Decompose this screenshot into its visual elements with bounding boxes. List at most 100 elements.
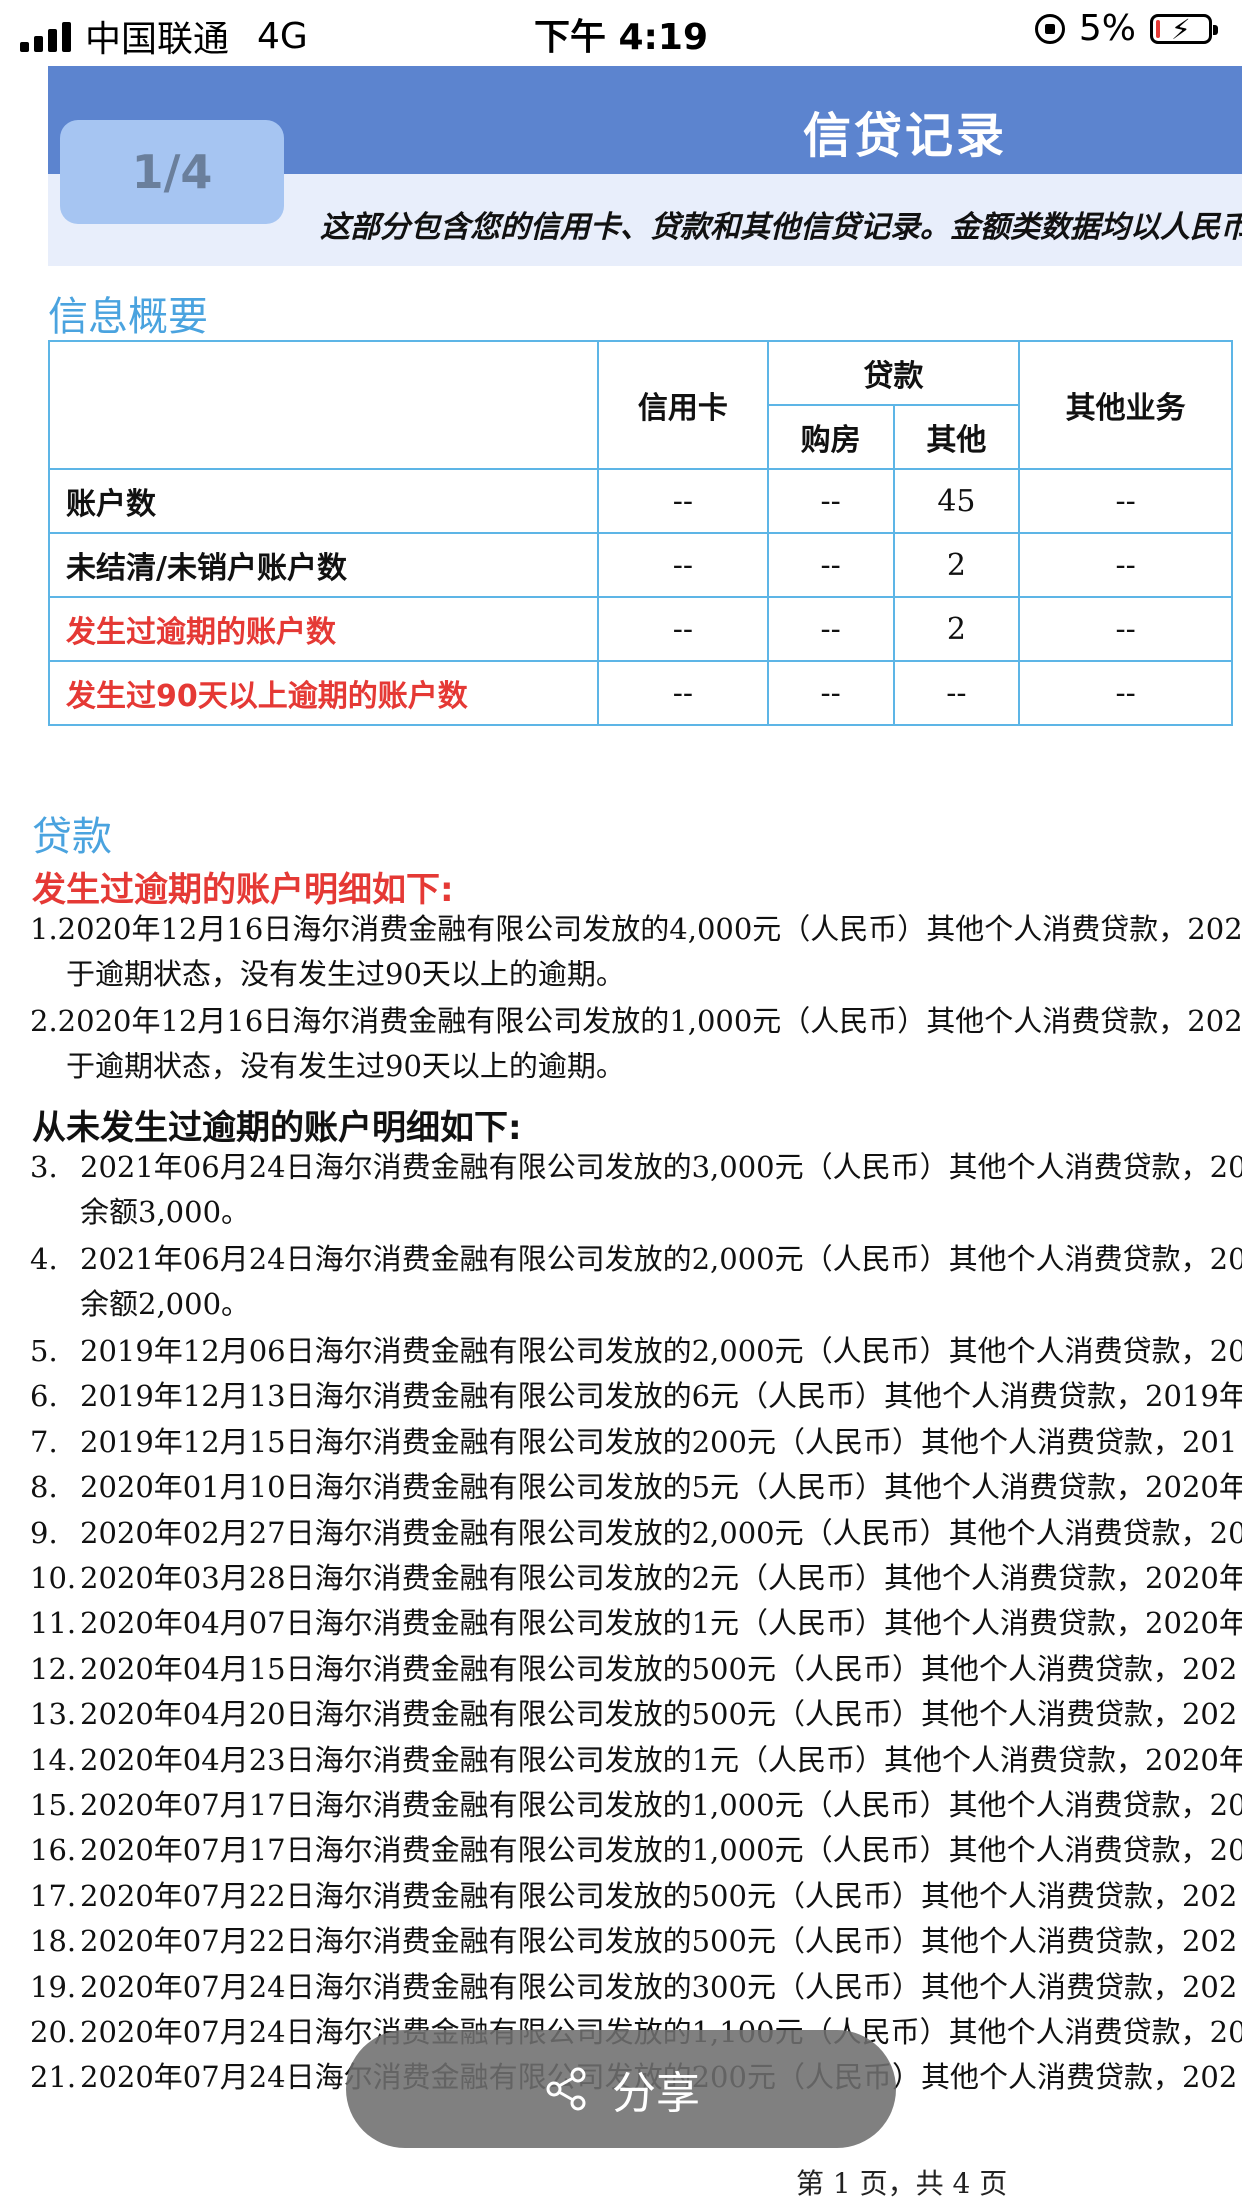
item-number: 11.	[30, 1606, 77, 1640]
item-number: 2.	[30, 1004, 58, 1038]
cell-other-business: --	[1018, 532, 1233, 598]
page-title: 信贷记录	[802, 108, 1007, 164]
item-text: 2020年12月16日海尔消费金融有限公司发放的4,000元（人民币）其他个人消…	[57, 912, 1242, 946]
header-housing: 购房	[766, 404, 895, 470]
cell-other-business: --	[1018, 468, 1233, 534]
item-number: 16.	[30, 1833, 77, 1867]
item-number: 18.	[30, 1924, 77, 1958]
item-number: 8.	[30, 1470, 58, 1504]
item-number: 6.	[30, 1379, 58, 1413]
list-item: 1.2020年12月16日海尔消费金融有限公司发放的4,000元（人民币）其他个…	[30, 912, 1242, 991]
row-label: 账户数	[48, 468, 599, 534]
item-text-continued: 于逾期状态，没有发生过90天以上的逾期。	[66, 957, 625, 991]
item-number: 1.	[30, 912, 58, 946]
item-number: 13.	[30, 1697, 77, 1731]
overdue-heading: 发生过逾期的账户明细如下:	[32, 870, 454, 910]
cell-credit-card: --	[597, 596, 769, 662]
cell-credit-card: --	[597, 660, 769, 726]
list-item: 2.2020年12月16日海尔消费金融有限公司发放的1,000元（人民币）其他个…	[30, 1004, 1242, 1083]
loans-section-title: 贷款	[32, 814, 112, 860]
item-text: 2020年04月15日海尔消费金融有限公司发放的500元（人民币）其他个人消费贷…	[80, 1652, 1238, 1686]
item-number: 21.	[30, 2060, 77, 2094]
item-text: 2020年04月07日海尔消费金融有限公司发放的1元（人民币）其他个人消费贷款，…	[80, 1606, 1242, 1640]
header-description: 这部分包含您的信用卡、贷款和其他信贷记录。金额类数据均以人民币	[320, 210, 1242, 245]
table-row: 未结清/未销户账户数 -- -- 2 --	[48, 532, 1233, 598]
table-row: 账户数 -- -- 45 --	[48, 468, 1233, 534]
normal-heading: 从未发生过逾期的账户明细如下:	[32, 1108, 522, 1148]
item-text: 2020年12月16日海尔消费金融有限公司发放的1,000元（人民币）其他个人消…	[57, 1004, 1242, 1038]
list-item: 7. 2019年12月15日海尔消费金融有限公司发放的200元（人民币）其他个人消…	[30, 1425, 1242, 1459]
item-text: 2019年12月13日海尔消费金融有限公司发放的6元（人民币）其他个人消费贷款，…	[80, 1379, 1242, 1413]
item-text: 2020年02月27日海尔消费金融有限公司发放的2,000元（人民币）其他个人消…	[80, 1516, 1242, 1550]
rotation-lock-icon	[1034, 13, 1065, 44]
battery-icon: ⚡	[1150, 13, 1218, 44]
cell-other-business: --	[1018, 660, 1233, 726]
header-other-business: 其他业务	[1018, 340, 1233, 470]
cell-housing: --	[766, 468, 895, 534]
summary-table: 信用卡 贷款 其他业务 购房 其他 账户数 -- -- 45 -- 未结清/未销…	[48, 340, 1233, 726]
cell-credit-card: --	[597, 532, 769, 598]
item-text-continued: 于逾期状态，没有发生过90天以上的逾期。	[66, 1049, 625, 1083]
item-text: 2020年07月24日海尔消费金融有限公司发放的300元（人民币）其他个人消费贷…	[80, 1970, 1238, 2004]
list-item: 19. 2020年07月24日海尔消费金融有限公司发放的300元（人民币）其他个人…	[30, 1970, 1242, 2004]
list-item: 4. 2021年06月24日海尔消费金融有限公司发放的2,000元（人民币）其他个…	[30, 1242, 1242, 1321]
item-text: 2020年07月17日海尔消费金融有限公司发放的1,000元（人民币）其他个人消…	[80, 1833, 1242, 1867]
share-icon	[546, 2067, 586, 2111]
item-number: 3.	[30, 1150, 58, 1184]
list-item: 13. 2020年04月20日海尔消费金融有限公司发放的500元（人民币）其他个人…	[30, 1697, 1242, 1731]
cell-housing: --	[766, 596, 895, 662]
list-item: 17. 2020年07月22日海尔消费金融有限公司发放的500元（人民币）其他个人…	[30, 1879, 1242, 1913]
header-loan: 贷款	[766, 340, 1021, 406]
table-row: 发生过90天以上逾期的账户数 -- -- -- --	[48, 660, 1233, 726]
row-label: 发生过逾期的账户数	[48, 596, 599, 662]
item-text: 2020年07月22日海尔消费金融有限公司发放的500元（人民币）其他个人消费贷…	[80, 1924, 1238, 1958]
list-item: 5. 2019年12月06日海尔消费金融有限公司发放的2,000元（人民币）其他个…	[30, 1334, 1242, 1368]
cell-credit-card: --	[597, 468, 769, 534]
item-text: 2020年04月20日海尔消费金融有限公司发放的500元（人民币）其他个人消费贷…	[80, 1697, 1238, 1731]
item-text: 2020年07月22日海尔消费金融有限公司发放的500元（人民币）其他个人消费贷…	[80, 1879, 1238, 1913]
share-label: 分享	[612, 2068, 700, 2119]
cell-other: 2	[892, 596, 1021, 662]
list-item: 16. 2020年07月17日海尔消费金融有限公司发放的1,000元（人民币）其他…	[30, 1833, 1242, 1867]
share-button[interactable]: 分享	[346, 2030, 896, 2148]
item-text: 2020年04月23日海尔消费金融有限公司发放的1元（人民币）其他个人消费贷款，…	[80, 1743, 1242, 1777]
item-number: 9.	[30, 1516, 58, 1550]
list-item: 8. 2020年01月10日海尔消费金融有限公司发放的5元（人民币）其他个人消费贷…	[30, 1470, 1242, 1504]
item-text: 2021年06月24日海尔消费金融有限公司发放的2,000元（人民币）其他个人消…	[80, 1242, 1242, 1276]
list-item: 3. 2021年06月24日海尔消费金融有限公司发放的3,000元（人民币）其他个…	[30, 1150, 1242, 1229]
item-number: 15.	[30, 1788, 77, 1822]
item-text: 2019年12月15日海尔消费金融有限公司发放的200元（人民币）其他个人消费贷…	[80, 1425, 1238, 1459]
item-number: 19.	[30, 1970, 77, 2004]
summary-section-title: 信息概要	[48, 294, 208, 340]
battery-percent: 5%	[1078, 8, 1136, 49]
page-indicator-badge: 1/4	[60, 120, 284, 224]
list-item: 14. 2020年04月23日海尔消费金融有限公司发放的1元（人民币）其他个人消费…	[30, 1743, 1242, 1777]
list-item: 6. 2019年12月13日海尔消费金融有限公司发放的6元（人民币）其他个人消费贷…	[30, 1379, 1242, 1413]
page-footer: 第 1 页，共 4 页	[796, 2167, 1008, 2200]
cell-other: 2	[892, 532, 1021, 598]
item-text-continued: 余额3,000。	[80, 1195, 251, 1229]
cell-housing: --	[766, 532, 895, 598]
row-label: 未结清/未销户账户数	[48, 532, 599, 598]
list-item: 10. 2020年03月28日海尔消费金融有限公司发放的2元（人民币）其他个人消费…	[30, 1561, 1242, 1595]
item-number: 7.	[30, 1425, 58, 1459]
item-number: 17.	[30, 1879, 77, 1913]
table-row: 发生过逾期的账户数 -- -- 2 --	[48, 596, 1233, 662]
cell-other: 45	[892, 468, 1021, 534]
list-item: 11. 2020年04月07日海尔消费金融有限公司发放的1元（人民币）其他个人消费…	[30, 1606, 1242, 1640]
item-text-continued: 余额2,000。	[80, 1287, 251, 1321]
list-item: 18. 2020年07月22日海尔消费金融有限公司发放的500元（人民币）其他个人…	[30, 1924, 1242, 1958]
header-blank	[48, 340, 599, 470]
cell-housing: --	[766, 660, 895, 726]
item-number: 4.	[30, 1242, 58, 1276]
list-item: 9. 2020年02月27日海尔消费金融有限公司发放的2,000元（人民币）其他个…	[30, 1516, 1242, 1550]
list-item: 12. 2020年04月15日海尔消费金融有限公司发放的500元（人民币）其他个人…	[30, 1652, 1242, 1686]
cell-other: --	[892, 660, 1021, 726]
item-number: 14.	[30, 1743, 77, 1777]
item-number: 5.	[30, 1334, 58, 1368]
item-text: 2020年07月17日海尔消费金融有限公司发放的1,000元（人民币）其他个人消…	[80, 1788, 1242, 1822]
item-number: 10.	[30, 1561, 77, 1595]
item-text: 2021年06月24日海尔消费金融有限公司发放的3,000元（人民币）其他个人消…	[80, 1150, 1242, 1184]
item-number: 20.	[30, 2015, 77, 2049]
item-number: 12.	[30, 1652, 77, 1686]
